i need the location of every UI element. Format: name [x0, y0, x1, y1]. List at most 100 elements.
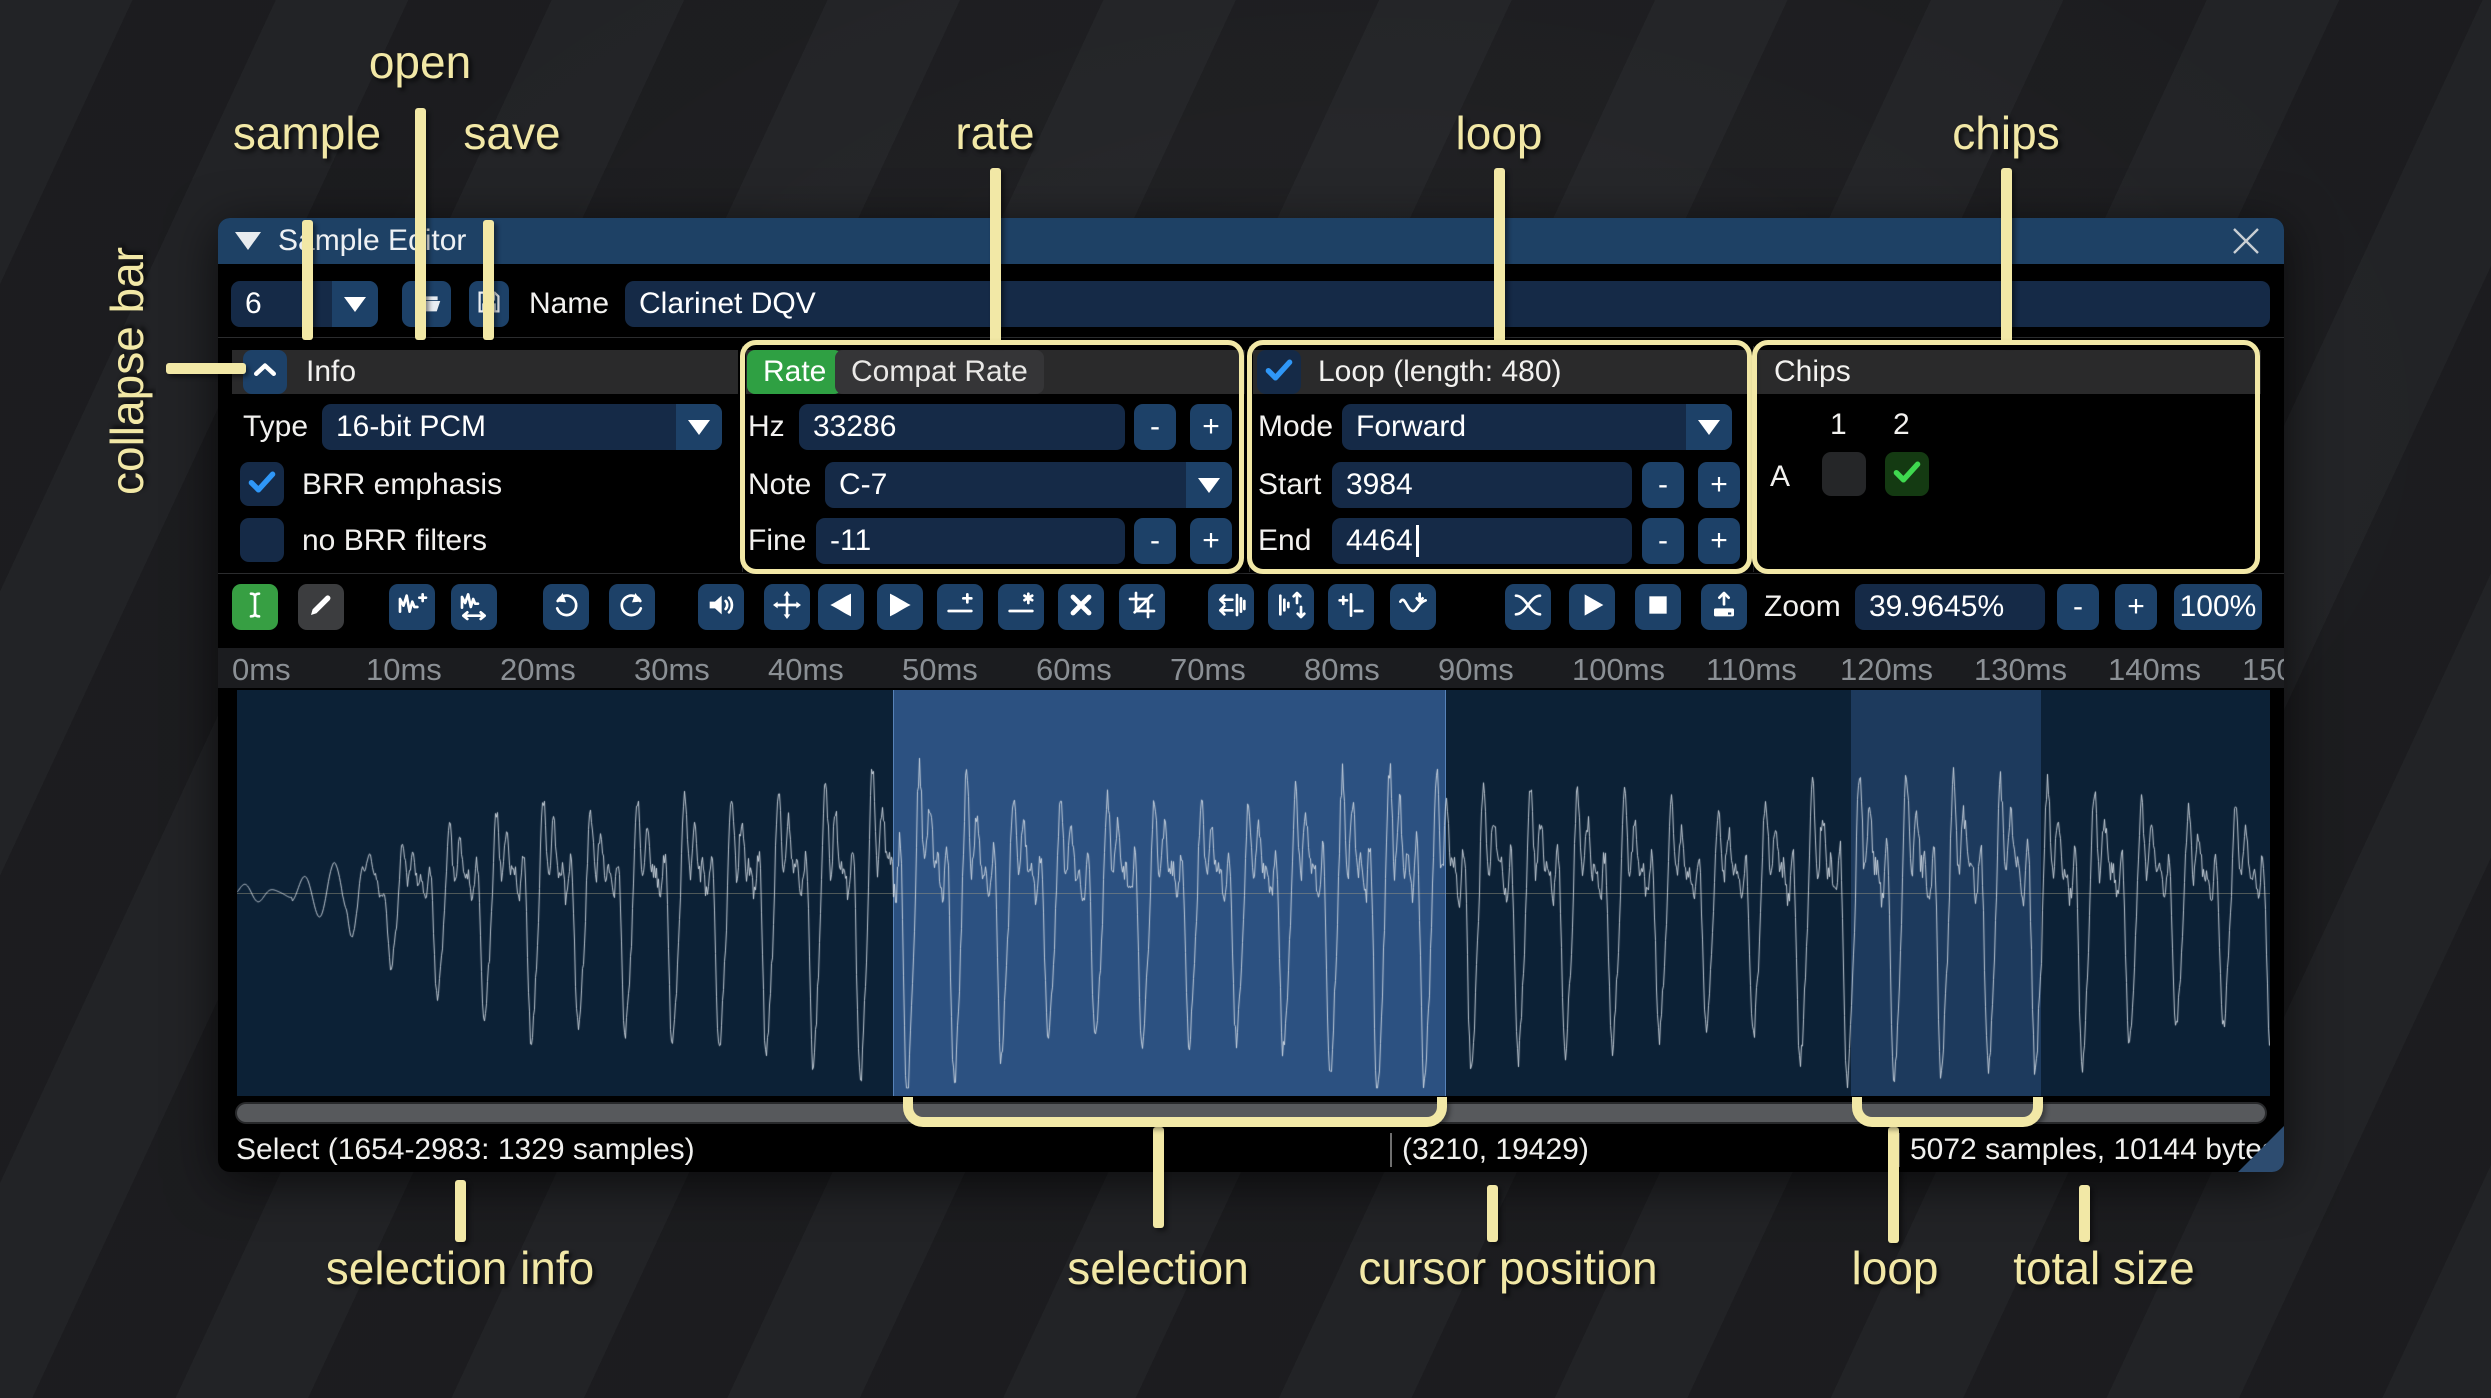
undo-button[interactable]	[543, 584, 589, 630]
trim-button[interactable]	[1119, 584, 1165, 630]
loop-panel-title: Loop (length: 480)	[1318, 355, 1562, 388]
crossfade-button[interactable]	[1505, 584, 1551, 630]
resize-button[interactable]	[389, 584, 435, 630]
hz-input[interactable]: 33286	[799, 404, 1125, 450]
scrollbar-thumb[interactable]	[237, 1104, 2265, 1122]
hz-plus-button[interactable]: +	[1190, 404, 1232, 450]
loop-mode-select[interactable]: Forward	[1342, 404, 1732, 450]
loop-end-minus-button[interactable]: -	[1642, 518, 1684, 564]
timeline-ruler[interactable]: 0ms 10ms 20ms 30ms 40ms 50ms 60ms 70ms 80ms 90ms 1…	[218, 648, 2284, 688]
resample-button[interactable]	[451, 584, 497, 630]
annotation-label-rate: rate	[955, 107, 1035, 159]
floppy-icon	[474, 287, 504, 322]
fine-value: -11	[830, 524, 872, 557]
zoom-input[interactable]: 39.9645%	[1855, 584, 2045, 630]
window-title: Sample Editor	[278, 224, 467, 257]
draw-button[interactable]	[298, 584, 344, 630]
status-divider	[1390, 1133, 1392, 1167]
sample-index-dropdown-icon[interactable]	[332, 281, 378, 327]
zoom-in-button[interactable]: +	[2115, 584, 2157, 630]
amplify-icon	[705, 589, 737, 626]
loop-start-input[interactable]: 3984	[1332, 462, 1632, 508]
play-button[interactable]	[1569, 584, 1615, 630]
apply-silence-button[interactable]	[998, 584, 1044, 630]
fade-out-button[interactable]	[877, 584, 923, 630]
brr-emphasis-checkbox[interactable]	[240, 462, 284, 506]
ruler-tick-label: 50ms	[902, 652, 978, 687]
collapse-window-icon[interactable]	[235, 232, 261, 250]
crossfade-icon	[1512, 589, 1544, 626]
annotation-label-open: open	[368, 36, 472, 88]
annotation-label-save: save	[463, 107, 561, 159]
note-select[interactable]: C-7	[825, 462, 1232, 508]
normalize-button[interactable]	[764, 584, 810, 630]
stop-icon	[1642, 589, 1674, 626]
redo-button[interactable]	[609, 584, 655, 630]
type-select[interactable]: 16-bit PCM	[322, 404, 722, 450]
loop-start-plus-button[interactable]: +	[1698, 462, 1740, 508]
delete-button[interactable]	[1058, 584, 1104, 630]
waveform-view[interactable]	[237, 690, 2270, 1096]
chip-2-checkbox[interactable]	[1885, 452, 1929, 496]
divider	[218, 337, 2284, 338]
select-button[interactable]	[232, 584, 278, 630]
selection-info-text: Select (1654-2983: 1329 samples)	[236, 1133, 695, 1166]
fade-in-button[interactable]	[818, 584, 864, 630]
zoom-reset-button[interactable]: 100%	[2174, 584, 2262, 630]
annotation-label-sample: sample	[232, 107, 382, 159]
signedness-button[interactable]	[1328, 584, 1374, 630]
text-caret	[1415, 525, 1419, 557]
invert-button[interactable]	[1268, 584, 1314, 630]
annotation-line-selection-info	[455, 1180, 466, 1242]
folder-open-icon	[412, 287, 442, 322]
fine-input[interactable]: -11	[816, 518, 1125, 564]
ruler-tick-label: 40ms	[768, 652, 844, 687]
filter-button[interactable]	[1390, 584, 1436, 630]
loop-start-value: 3984	[1346, 468, 1413, 501]
collapse-bar-button[interactable]	[243, 350, 287, 394]
loop-end-input[interactable]: 4464	[1332, 518, 1632, 564]
ruler-tick-label: 60ms	[1036, 652, 1112, 687]
open-sample-button[interactable]	[402, 281, 451, 327]
no-brr-filters-checkbox[interactable]	[240, 518, 284, 562]
zoom-out-button[interactable]: -	[2057, 584, 2099, 630]
hz-minus-button[interactable]: -	[1134, 404, 1176, 450]
redo-icon	[616, 589, 648, 626]
fine-minus-button[interactable]: -	[1134, 518, 1176, 564]
draw-icon	[305, 589, 337, 626]
stop-button[interactable]	[1635, 584, 1681, 630]
sample-index-select[interactable]: 6	[231, 281, 378, 327]
brr-emphasis-label: BRR emphasis	[302, 468, 503, 501]
close-icon[interactable]	[2228, 223, 2264, 259]
loop-start-minus-button[interactable]: -	[1642, 462, 1684, 508]
fade-out-icon	[884, 589, 916, 626]
reverse-button[interactable]	[1208, 584, 1254, 630]
insert-silence-icon	[944, 589, 976, 626]
hz-label: Hz	[748, 410, 785, 443]
reverse-icon	[1215, 589, 1247, 626]
fade-in-icon	[825, 589, 857, 626]
annotation-label-chips: chips	[1952, 107, 2060, 159]
loop-enable-checkbox[interactable]	[1257, 350, 1301, 394]
loop-end-value: 4464	[1346, 524, 1413, 557]
tab-compat-rate[interactable]: Compat Rate	[835, 350, 1044, 394]
save-sample-button[interactable]	[469, 281, 509, 327]
waveform-scrollbar[interactable]	[235, 1102, 2267, 1124]
amplify-button[interactable]	[698, 584, 744, 630]
type-dropdown-icon[interactable]	[676, 404, 722, 450]
note-value: C-7	[839, 468, 888, 501]
insert-silence-button[interactable]	[937, 584, 983, 630]
sample-name-input[interactable]: Clarinet DQV	[625, 281, 2270, 327]
fine-plus-button[interactable]: +	[1190, 518, 1232, 564]
chip-1-checkbox[interactable]	[1822, 452, 1866, 496]
window-titlebar[interactable]: Sample Editor	[218, 218, 2284, 264]
create-instrument-button[interactable]	[1701, 584, 1747, 630]
loop-end-plus-button[interactable]: +	[1698, 518, 1740, 564]
note-dropdown-icon[interactable]	[1186, 462, 1232, 508]
checkmark-icon	[1890, 455, 1924, 494]
tab-rate[interactable]: Rate	[747, 350, 843, 394]
hz-value: 33286	[813, 410, 897, 443]
checkmark-icon	[1262, 353, 1296, 392]
loop-mode-dropdown-icon[interactable]	[1686, 404, 1732, 450]
chip-row-label: A	[1770, 460, 1791, 493]
